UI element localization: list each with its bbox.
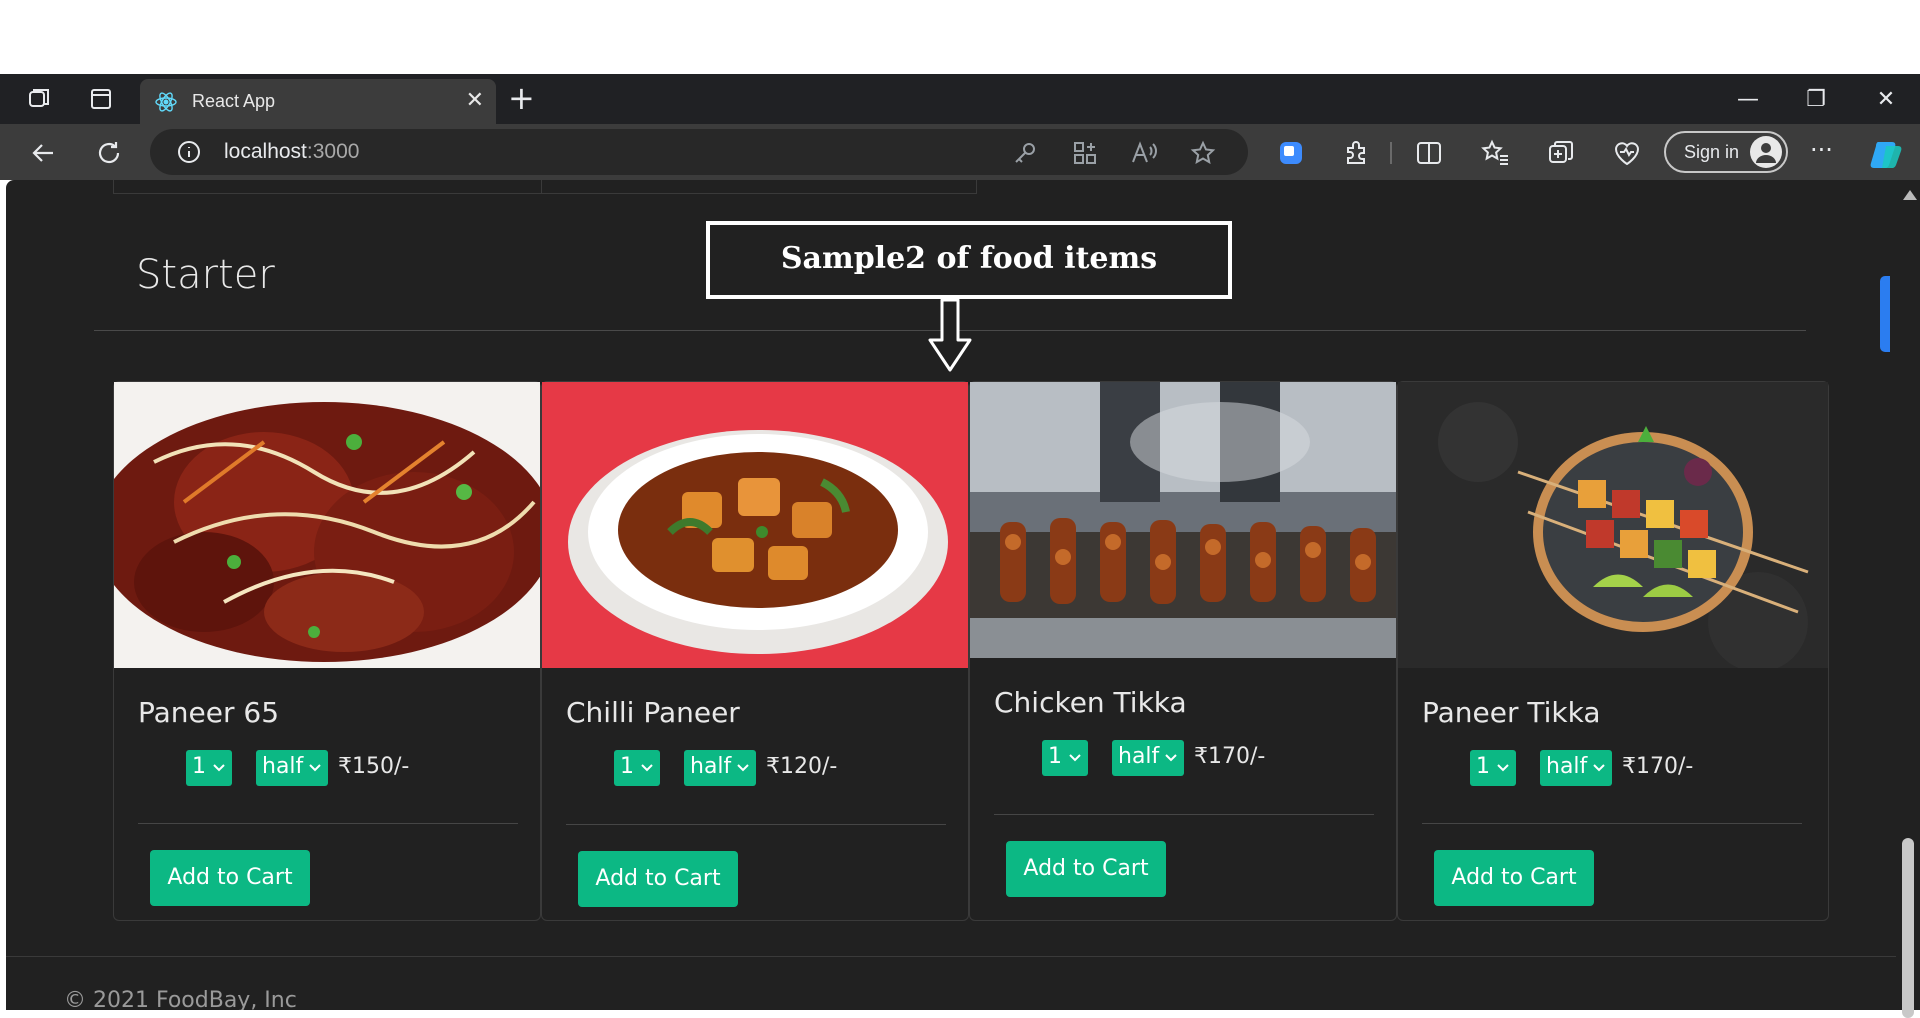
url-port: :3000 bbox=[306, 140, 360, 163]
size-value: half bbox=[1118, 744, 1160, 769]
add-to-cart-button[interactable]: Add to Cart bbox=[1006, 841, 1166, 897]
size-select[interactable]: half bbox=[1112, 740, 1184, 776]
quantity-value: 1 bbox=[1048, 744, 1062, 769]
food-name: Paneer 65 bbox=[138, 696, 280, 729]
chevron-down-icon bbox=[1069, 754, 1081, 762]
add-to-cart-button[interactable]: Add to Cart bbox=[150, 850, 310, 906]
extension-blue-icon[interactable] bbox=[1276, 138, 1306, 168]
annotation-text: Sample2 of food items bbox=[780, 241, 1158, 276]
avatar bbox=[1750, 136, 1782, 168]
favorite-star-icon[interactable] bbox=[1190, 140, 1216, 166]
food-name: Paneer Tikka bbox=[1422, 696, 1601, 729]
food-name: Chilli Paneer bbox=[566, 696, 740, 729]
url-host: localhost bbox=[224, 140, 307, 163]
extensions-icon[interactable] bbox=[1342, 138, 1372, 168]
quantity-select[interactable]: 1 bbox=[186, 750, 232, 786]
address-bar[interactable]: localhost:3000 bbox=[150, 129, 1248, 175]
close-window-button[interactable]: ✕ bbox=[1866, 84, 1906, 114]
browser-tab-strip: React App ✕ + — ❐ ✕ bbox=[0, 74, 1920, 124]
back-icon[interactable] bbox=[26, 136, 60, 170]
chevron-down-icon bbox=[1497, 764, 1509, 772]
quantity-select[interactable]: 1 bbox=[1470, 750, 1516, 786]
size-select[interactable]: half bbox=[1540, 750, 1612, 786]
favorites-icon[interactable] bbox=[1480, 138, 1510, 168]
quantity-value: 1 bbox=[192, 754, 206, 779]
size-value: half bbox=[1546, 754, 1588, 779]
sign-in-button[interactable]: Sign in bbox=[1664, 131, 1788, 173]
size-select[interactable]: half bbox=[684, 750, 756, 786]
minimize-button[interactable]: — bbox=[1728, 84, 1768, 114]
food-image bbox=[1398, 382, 1828, 668]
chevron-down-icon bbox=[737, 764, 749, 772]
sign-in-label: Sign in bbox=[1684, 142, 1740, 162]
card-divider bbox=[566, 824, 946, 825]
footer-copyright: © 2021 FoodBay, Inc bbox=[64, 988, 297, 1010]
browser-essentials-icon[interactable] bbox=[1612, 138, 1642, 168]
footer-divider bbox=[6, 956, 1896, 957]
tab-actions-icon[interactable] bbox=[86, 84, 116, 114]
food-image bbox=[970, 382, 1396, 658]
restore-button[interactable]: ❐ bbox=[1796, 84, 1836, 114]
chevron-down-icon bbox=[213, 764, 225, 772]
chevron-down-icon bbox=[1165, 754, 1177, 762]
key-icon[interactable] bbox=[1012, 140, 1038, 166]
toolbar-separator bbox=[1390, 142, 1392, 164]
tab-react-app[interactable]: React App ✕ bbox=[140, 79, 496, 124]
screen-top-margin bbox=[0, 0, 1920, 74]
quantity-select[interactable]: 1 bbox=[1042, 740, 1088, 776]
new-tab-button[interactable]: + bbox=[508, 82, 535, 114]
food-card: Paneer 65 1 half ₹150/- Add to Cart bbox=[113, 381, 541, 921]
annotation-arrow-icon bbox=[928, 298, 972, 372]
card-divider bbox=[138, 823, 518, 824]
size-value: half bbox=[262, 754, 304, 779]
quantity-value: 1 bbox=[620, 754, 634, 779]
split-screen-icon[interactable] bbox=[1414, 138, 1444, 168]
card-divider bbox=[994, 814, 1374, 815]
workspaces-icon[interactable] bbox=[24, 84, 54, 114]
size-value: half bbox=[690, 754, 732, 779]
food-card: Chicken Tikka 1 half ₹170/- Add to Cart bbox=[969, 381, 1397, 921]
price-label: ₹120/- bbox=[766, 754, 838, 779]
food-card: Paneer Tikka 1 half ₹170/- Add to Cart bbox=[1397, 381, 1829, 921]
quantity-select[interactable]: 1 bbox=[614, 750, 660, 786]
annotation-box: Sample2 of food items bbox=[706, 221, 1232, 299]
food-card: Chilli Paneer 1 half ₹120/- Add to Cart bbox=[541, 381, 969, 921]
chevron-down-icon bbox=[309, 764, 321, 772]
tab-title: React App bbox=[192, 91, 276, 111]
previous-section-cards bbox=[113, 180, 977, 194]
refresh-icon[interactable] bbox=[92, 136, 126, 170]
food-image bbox=[114, 382, 540, 668]
quantity-value: 1 bbox=[1476, 754, 1490, 779]
chevron-down-icon bbox=[641, 764, 653, 772]
card-divider bbox=[1422, 823, 1802, 824]
page-viewport: Starter Sample2 of food items Paneer 65 … bbox=[6, 180, 1896, 1010]
price-label: ₹150/- bbox=[338, 754, 410, 779]
price-label: ₹170/- bbox=[1194, 744, 1266, 769]
copilot-icon[interactable] bbox=[1868, 138, 1906, 168]
price-label: ₹170/- bbox=[1622, 754, 1694, 779]
add-to-cart-button[interactable]: Add to Cart bbox=[578, 851, 738, 907]
food-image bbox=[542, 382, 968, 668]
card-divider bbox=[541, 180, 542, 194]
scroll-thumb[interactable] bbox=[1902, 838, 1914, 1018]
chevron-down-icon bbox=[1593, 764, 1605, 772]
more-options-icon[interactable]: ··· bbox=[1810, 136, 1840, 166]
add-to-cart-button[interactable]: Add to Cart bbox=[1434, 850, 1594, 906]
page-scrollbar[interactable] bbox=[1896, 180, 1920, 1018]
collections-icon[interactable] bbox=[1546, 138, 1576, 168]
url-text[interactable]: localhost:3000 bbox=[224, 140, 359, 164]
food-name: Chicken Tikka bbox=[994, 686, 1187, 719]
size-select[interactable]: half bbox=[256, 750, 328, 786]
info-icon[interactable] bbox=[176, 139, 202, 165]
scroll-up-arrow-icon[interactable] bbox=[1903, 190, 1917, 200]
read-aloud-icon[interactable] bbox=[1130, 140, 1157, 166]
app-available-icon[interactable] bbox=[1072, 140, 1098, 166]
react-favicon-icon bbox=[154, 90, 178, 114]
browser-toolbar: localhost:3000 Sign in ··· bbox=[0, 124, 1920, 180]
tab-close-button[interactable]: ✕ bbox=[466, 88, 484, 114]
food-cards-row: Paneer 65 1 half ₹150/- Add to Cart Chil… bbox=[113, 381, 1833, 921]
side-panel-indicator[interactable] bbox=[1880, 276, 1890, 352]
section-title: Starter bbox=[136, 252, 275, 298]
